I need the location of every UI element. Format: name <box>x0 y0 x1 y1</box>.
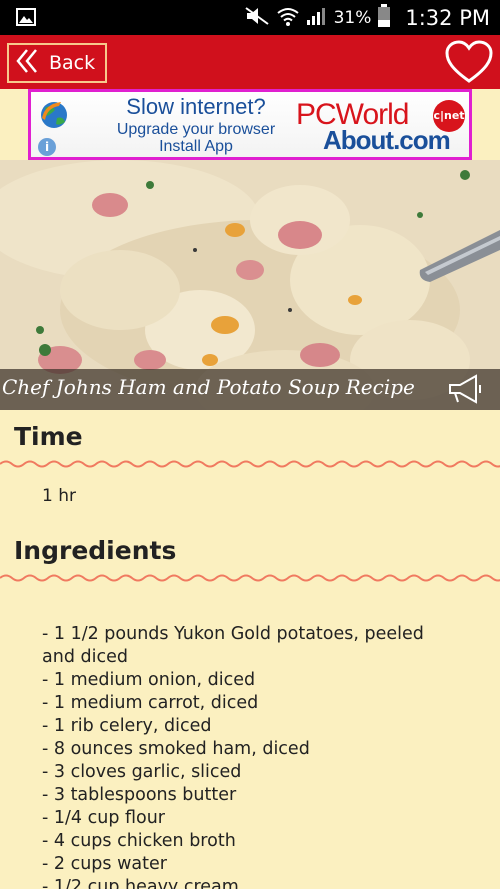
ad-subline-1: Upgrade your browser <box>116 121 276 138</box>
ingredients-heading: Ingredients <box>14 536 177 565</box>
ad-headline: Slow internet? <box>126 94 266 119</box>
favorite-button[interactable] <box>444 39 494 85</box>
list-item: - 2 cups water <box>42 854 167 874</box>
time-value: 1 hr <box>42 486 76 506</box>
back-button[interactable]: Back <box>7 43 107 83</box>
double-chevron-left-icon <box>15 48 39 78</box>
list-item: - 1 medium carrot, diced <box>42 693 259 713</box>
ad-content: i Slow internet? Upgrade your browser In… <box>31 92 469 157</box>
list-item: - 4 cups chicken broth <box>42 831 236 851</box>
list-item: - 1/2 cup heavy cream <box>42 877 239 889</box>
list-item: - 8 ounces smoked ham, diced <box>42 739 310 759</box>
mute-icon <box>244 6 270 30</box>
image-icon <box>16 8 36 30</box>
signal-icon <box>306 6 328 30</box>
list-item: - 3 cloves garlic, sliced <box>42 762 242 782</box>
list-item: - 3 tablespoons butter <box>42 785 237 805</box>
ad-info-icon[interactable]: i <box>38 138 56 156</box>
section-divider <box>0 574 500 582</box>
wifi-icon <box>276 6 300 30</box>
list-item: - 1 1/2 pounds Yukon Gold potatoes, peel… <box>42 624 424 667</box>
back-label: Back <box>49 52 96 74</box>
ad-subline-2: Install App <box>159 138 233 155</box>
globe-icon <box>39 98 69 136</box>
ingredients-list: - 1 1/2 pounds Yukon Gold potatoes, peel… <box>42 623 462 889</box>
section-divider <box>0 460 500 468</box>
list-item: - 1 rib celery, diced <box>42 716 212 736</box>
ad-brand-about: About.com <box>323 125 451 155</box>
time-heading: Time <box>14 422 83 451</box>
ad-banner[interactable]: i Slow internet? Upgrade your browser In… <box>28 89 472 160</box>
read-aloud-button[interactable] <box>446 373 484 405</box>
clock: 1:32 PM <box>405 5 490 30</box>
battery-icon <box>377 3 391 32</box>
hero-caption-bar: Chef Johns Ham and Potato Soup Recipe <box>0 369 500 410</box>
recipe-title: Chef Johns Ham and Potato Soup Recipe <box>2 375 415 399</box>
list-item: - 1/4 cup flour <box>42 808 166 828</box>
status-bar: 31% 1:32 PM <box>0 0 500 35</box>
app-header: Back <box>0 35 500 89</box>
list-item: - 1 medium onion, diced <box>42 670 256 690</box>
heart-icon <box>444 40 494 89</box>
recipe-hero: Chef Johns Ham and Potato Soup Recipe <box>0 160 500 410</box>
battery-percent: 31% <box>333 7 372 28</box>
